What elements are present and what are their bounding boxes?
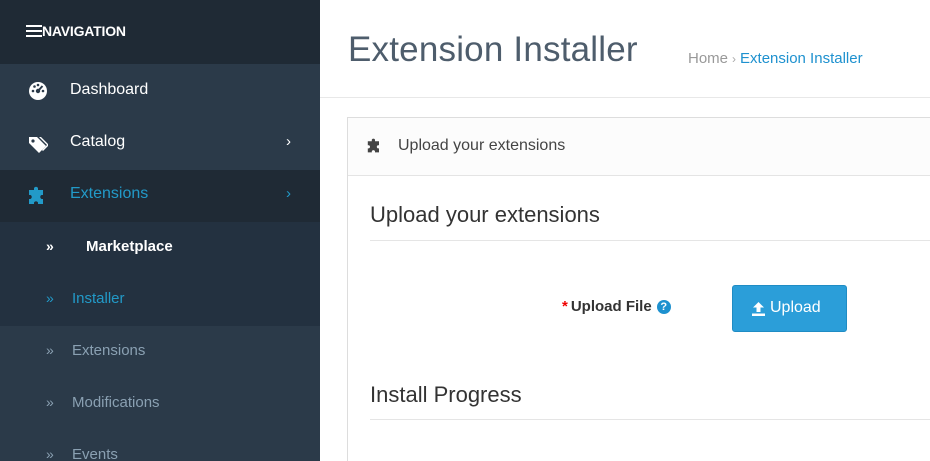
double-chevron-icon: » — [46, 394, 54, 410]
panel-heading-title: Upload your extensions — [398, 137, 566, 154]
section-divider — [370, 240, 930, 241]
breadcrumb-home-link[interactable]: Home — [688, 50, 728, 67]
upload-file-label: * Upload File? — [562, 298, 671, 315]
breadcrumb-separator: › — [732, 52, 737, 66]
page-title: Extension Installer — [348, 30, 638, 69]
chevron-right-icon: › — [286, 185, 291, 202]
dashboard-icon — [29, 82, 47, 100]
chevron-right-icon: › — [286, 133, 291, 150]
sidebar-subitem-label: Extensions — [72, 342, 146, 359]
tags-icon — [29, 137, 48, 153]
upload-file-label-text: Upload File — [570, 298, 652, 315]
sidebar-subitem-label: Events — [72, 446, 118, 461]
nav-header[interactable]: NAVIGATION — [0, 0, 320, 64]
sidebar-item-dashboard[interactable]: Dashboard — [0, 64, 320, 118]
double-chevron-icon: » — [46, 342, 54, 358]
page-header: Extension Installer Home › Extension Insta… — [320, 0, 930, 98]
sidebar-item-label: Catalog — [70, 133, 126, 150]
upload-section-title: Upload your extensions — [370, 202, 600, 227]
upload-button[interactable]: Upload — [732, 285, 847, 332]
upload-panel: Upload your extensions Upload your exten… — [347, 117, 930, 461]
sidebar-item-label: Extensions — [70, 185, 149, 202]
sidebar-subitem-modifications[interactable]: » Modifications — [0, 378, 320, 430]
sidebar: NAVIGATION Dashboard Catalog › Extension… — [0, 0, 320, 461]
sidebar-item-label: Dashboard — [70, 81, 149, 98]
breadcrumb-current-link[interactable]: Extension Installer — [740, 50, 863, 67]
sidebar-subitem-label: Marketplace — [86, 238, 173, 255]
puzzle-icon — [367, 138, 379, 153]
upload-icon — [752, 302, 765, 316]
sidebar-subitem-marketplace[interactable]: » Marketplace — [0, 222, 320, 274]
double-chevron-icon: » — [46, 290, 54, 306]
required-marker: * — [562, 298, 568, 315]
install-progress-title: Install Progress — [370, 382, 522, 407]
sidebar-item-extensions[interactable]: Extensions › — [0, 170, 320, 222]
breadcrumb: Home › Extension Installer — [688, 50, 863, 67]
sidebar-item-catalog[interactable]: Catalog › — [0, 118, 320, 170]
sidebar-subitem-label: Modifications — [72, 394, 160, 411]
puzzle-icon — [29, 186, 43, 204]
help-icon[interactable]: ? — [656, 300, 671, 314]
double-chevron-icon: » — [46, 446, 54, 461]
upload-button-label: Upload — [770, 299, 821, 316]
sidebar-subitem-extensions[interactable]: » Extensions — [0, 326, 320, 378]
sidebar-subitem-events[interactable]: » Events — [0, 430, 320, 461]
section-divider — [370, 419, 930, 420]
hamburger-icon — [26, 25, 42, 37]
sidebar-subitem-installer[interactable]: » Installer — [0, 274, 320, 326]
panel-heading: Upload your extensions — [348, 118, 930, 176]
nav-header-label: NAVIGATION — [42, 23, 126, 39]
double-chevron-icon: » — [46, 238, 54, 254]
sidebar-subitem-label: Installer — [72, 290, 125, 307]
